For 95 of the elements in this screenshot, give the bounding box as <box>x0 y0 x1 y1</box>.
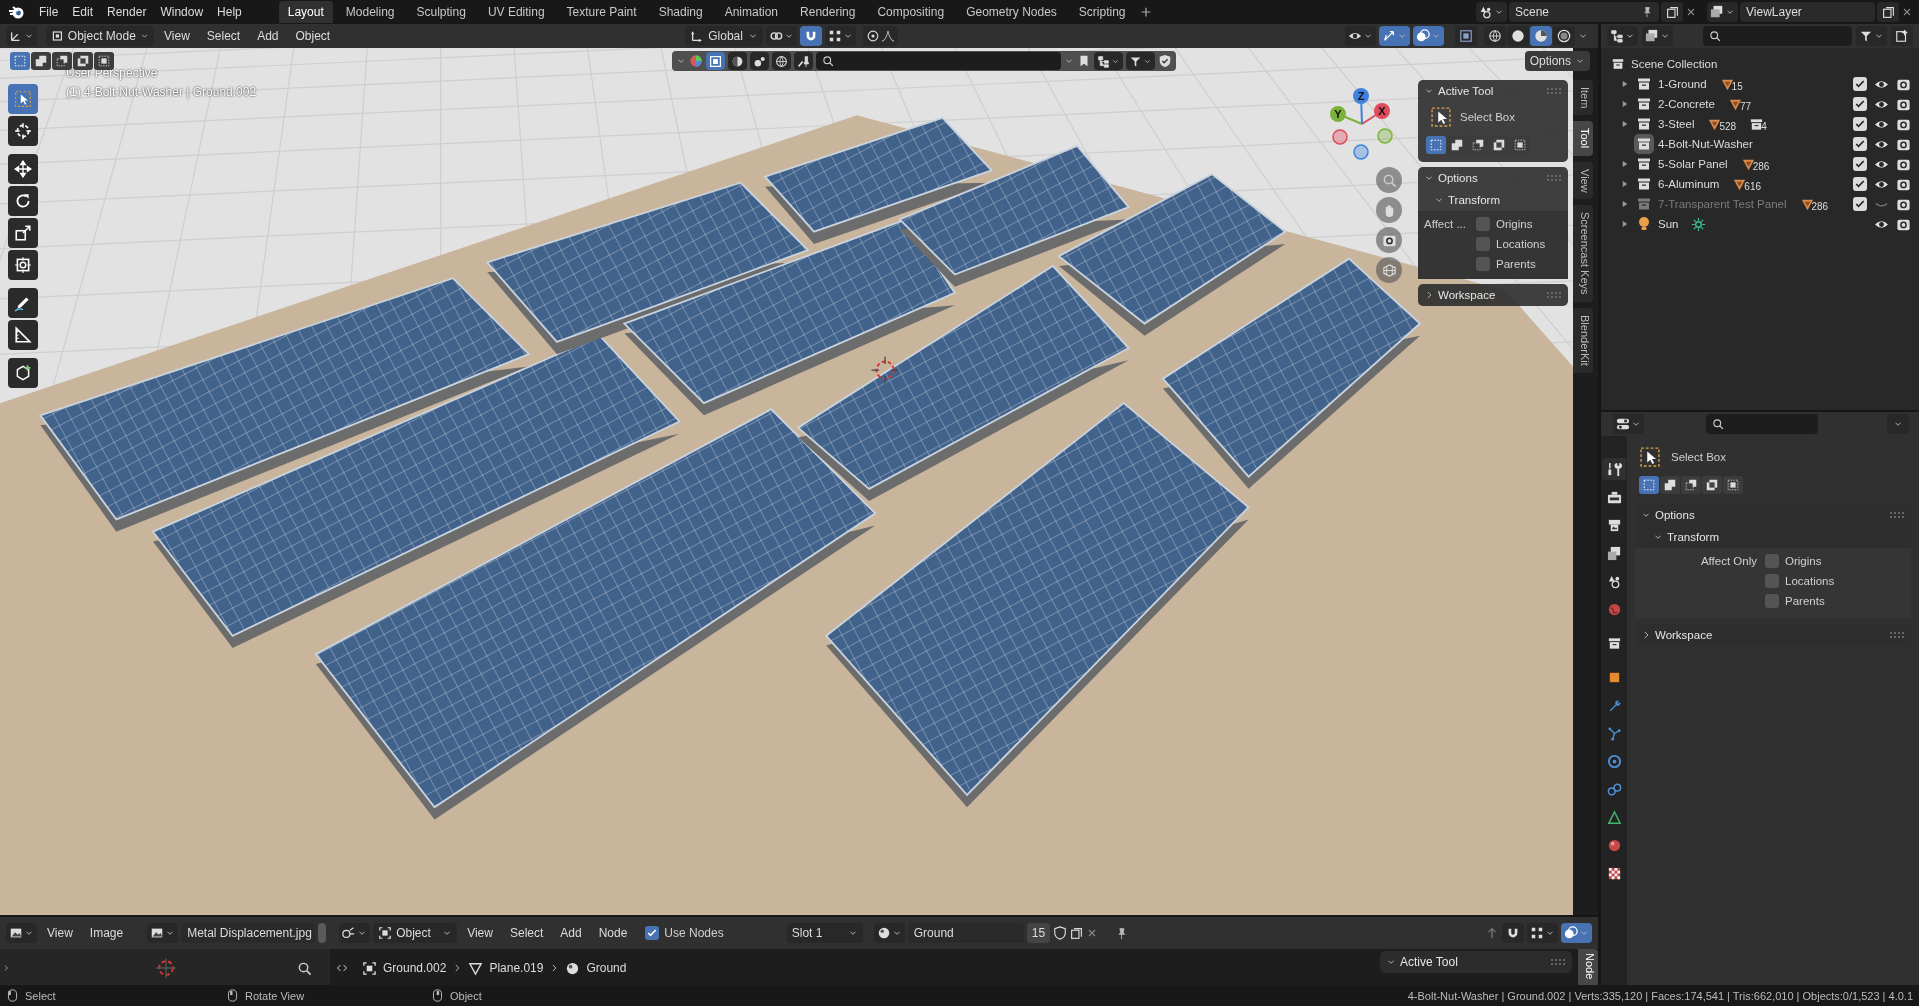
workspace-tab[interactable]: Rendering <box>791 1 865 23</box>
workspace-tab[interactable]: Sculpting <box>407 1 475 23</box>
child-count: 15 <box>1731 80 1743 92</box>
checkbox-label: Locations <box>1496 238 1546 250</box>
panel-title: Active Tool <box>1438 85 1494 97</box>
status-hint: Object <box>450 989 482 1002</box>
workspace-tab[interactable]: Geometry Nodes <box>957 1 1066 23</box>
orientation-dropdown[interactable]: Global <box>685 26 764 46</box>
child-count: 286 <box>1811 200 1829 212</box>
menu-item[interactable]: Add <box>553 923 589 943</box>
sidebar-tab[interactable]: View <box>1573 161 1593 200</box>
sidebar-tab[interactable]: Item <box>1573 80 1593 116</box>
collection-name[interactable]: 3-Steel <box>1658 118 1695 130</box>
options-label: Options <box>1529 54 1571 68</box>
tool-name: Select Box <box>1671 451 1726 463</box>
menu-item[interactable]: Select <box>502 923 551 943</box>
breadcrumb-item: Ground.002 <box>383 961 447 975</box>
mode-label: Object Mode <box>67 29 136 43</box>
collection-name[interactable]: Scene Collection <box>1631 58 1718 70</box>
child-count: 528 <box>1719 120 1737 132</box>
child-count: 616 <box>1744 180 1762 192</box>
options-dropdown[interactable]: Options <box>1524 51 1590 71</box>
checkbox-label: Locations <box>1785 575 1835 587</box>
checkbox-label: Origins <box>1496 218 1533 230</box>
view-layer-field[interactable]: ViewLayer <box>1740 2 1875 22</box>
orientation-label: Global <box>708 29 743 43</box>
panel-title: Options <box>1655 509 1695 521</box>
menu-item[interactable]: View <box>460 923 500 943</box>
tool-name: Select Box <box>1460 111 1515 123</box>
child-count: 77 <box>1739 100 1751 112</box>
sidebar-tab[interactable]: BlenderKit <box>1573 307 1593 373</box>
workspace-tab[interactable]: Layout <box>278 1 333 23</box>
mode-dropdown[interactable]: Object Mode <box>46 26 154 46</box>
axis-gizmo-handle[interactable]: Z <box>1353 88 1369 125</box>
checkbox-label: Origins <box>1785 555 1822 567</box>
shader-type-label: Object <box>396 926 431 940</box>
menu-item[interactable]: File <box>32 2 66 22</box>
child-count: 286 <box>1752 160 1770 172</box>
menu-item[interactable]: View <box>157 26 197 46</box>
menu-item[interactable]: Window <box>153 2 211 22</box>
menu-item[interactable]: View <box>40 923 80 943</box>
image-name: Metal Displacement.jpg <box>187 926 312 940</box>
menu-item[interactable]: Add <box>250 26 286 46</box>
checkbox-label: Use Nodes <box>664 926 724 940</box>
status-hint: Select <box>25 989 56 1002</box>
user-count[interactable]: 15 <box>1026 923 1051 943</box>
breadcrumb-item: Plane.019 <box>489 961 544 975</box>
collection-name[interactable]: 4-Bolt-Nut-Washer <box>1658 138 1753 150</box>
sidebar-tab[interactable]: Tool <box>1573 121 1593 156</box>
workspace-tab[interactable]: Scripting <box>1069 1 1135 23</box>
slot-label: Slot 1 <box>791 926 823 940</box>
user-count-label: 15 <box>1031 926 1046 940</box>
affect-label: Affect Only <box>1699 555 1758 567</box>
menu-item[interactable]: Image <box>82 923 131 943</box>
workspace-tab[interactable]: Texture Paint <box>557 1 646 23</box>
child-count: 4 <box>1761 120 1767 132</box>
menu-item[interactable]: Node <box>591 923 635 943</box>
workspace-tab[interactable]: Shading <box>649 1 712 23</box>
subpanel-title: Transform <box>1448 194 1500 206</box>
shader-type-dropdown[interactable]: Object <box>373 923 458 943</box>
collection-name[interactable]: 5-Solar Panel <box>1658 158 1728 170</box>
menu-item[interactable]: Help <box>210 2 249 22</box>
workspace-tab[interactable]: Compositing <box>868 1 954 23</box>
panel-title: Workspace <box>1655 629 1713 641</box>
menu-item[interactable]: Object <box>288 26 338 46</box>
subpanel-title: Transform <box>1667 531 1719 543</box>
panel-title: Workspace <box>1438 289 1496 301</box>
checkbox-label: Parents <box>1496 258 1536 270</box>
object-name[interactable]: Sun <box>1658 218 1679 230</box>
menu-item[interactable]: Render <box>100 2 154 22</box>
scene-field[interactable]: Scene <box>1509 2 1659 22</box>
workspace-tab[interactable]: Modeling <box>336 1 404 23</box>
menu-item[interactable]: Edit <box>65 2 101 22</box>
sidebar-tab[interactable]: Node <box>1578 949 1598 985</box>
sidebar-tab[interactable]: Screencast Keys <box>1573 205 1593 302</box>
checkbox-label: Parents <box>1785 595 1825 607</box>
axis-gizmo-handle[interactable]: X <box>1361 103 1390 125</box>
status-hint: Rotate View <box>245 989 305 1002</box>
collection-name[interactable]: 2-Concrete <box>1658 98 1715 110</box>
panel-title: Options <box>1438 172 1478 184</box>
affect-label: Affect ... <box>1424 218 1467 230</box>
material-name-field[interactable]: Ground <box>907 923 1024 943</box>
breadcrumb-item: Ground <box>586 961 627 975</box>
material-name: Ground <box>913 926 954 940</box>
axis-gizmo-handle[interactable]: Y <box>1330 106 1363 125</box>
viewport-info-text: User Perspective <box>66 65 159 82</box>
menu-item[interactable]: Select <box>199 26 248 46</box>
collection-name[interactable]: 1-Ground <box>1658 78 1707 90</box>
scene-statistics: 4-Bolt-Nut-Washer | Ground.002 | Verts:335,120 | Faces:174,541 | Tris:662,010 | Objects:0/1,523 | 4.0.1 <box>1407 989 1913 1002</box>
slot-dropdown[interactable]: Slot 1 <box>786 923 863 943</box>
collection-name[interactable]: 6-Aluminum <box>1658 178 1720 190</box>
workspace-tab[interactable]: Animation <box>715 1 788 23</box>
image-name-field[interactable]: Metal Displacement.jpg <box>181 923 316 943</box>
workspace-tab[interactable]: UV Editing <box>478 1 554 23</box>
panel-title: Active Tool <box>1400 955 1458 969</box>
